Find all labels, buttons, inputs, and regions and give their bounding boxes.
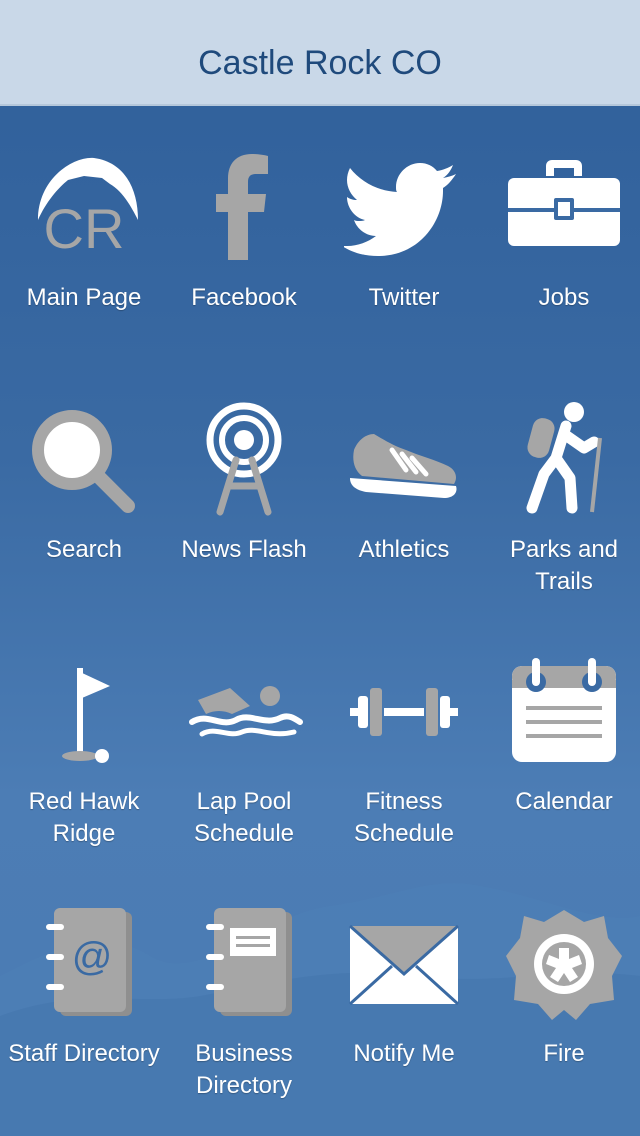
tile-fitness-schedule[interactable]: Fitness Schedule bbox=[324, 608, 484, 847]
tile-athletics[interactable]: Athletics bbox=[324, 356, 484, 576]
tile-label: Staff Directory bbox=[8, 1040, 160, 1067]
tile-label: Parks and Trails bbox=[509, 536, 619, 595]
tile-staff-directory[interactable]: @ Staff Directory bbox=[4, 860, 164, 1080]
tile-news-flash[interactable]: News Flash bbox=[164, 356, 324, 576]
tile-label: Main Page bbox=[26, 284, 142, 311]
magnifier-icon bbox=[24, 400, 144, 520]
broadcast-tower-icon bbox=[184, 400, 304, 520]
tile-lap-pool-schedule[interactable]: Lap Pool Schedule bbox=[164, 608, 324, 847]
briefcase-icon bbox=[504, 148, 624, 268]
tile-label: Calendar bbox=[515, 788, 613, 815]
tile-label: Fire bbox=[543, 1040, 585, 1067]
sneaker-icon bbox=[344, 400, 464, 520]
svg-text:CR: CR bbox=[44, 197, 125, 260]
tile-facebook[interactable]: Facebook bbox=[164, 104, 324, 324]
castle-rock-logo-icon: CR bbox=[24, 148, 144, 268]
envelope-icon bbox=[344, 904, 464, 1024]
tile-red-hawk-ridge[interactable]: Red Hawk Ridge bbox=[4, 608, 164, 847]
app-grid: CR Main Page Facebook Twitter Jobs Searc… bbox=[0, 104, 640, 1136]
facebook-icon bbox=[184, 148, 304, 268]
tile-label: News Flash bbox=[181, 536, 307, 563]
tile-parks-and-trails[interactable]: Parks and Trails bbox=[484, 356, 640, 595]
tile-label: Twitter bbox=[368, 284, 440, 311]
tile-main-page[interactable]: CR Main Page bbox=[4, 104, 164, 324]
tile-label: Red Hawk Ridge bbox=[28, 788, 140, 847]
tile-fire[interactable]: Fire bbox=[484, 860, 640, 1080]
tile-label: Notify Me bbox=[353, 1040, 455, 1067]
app-title: Castle Rock CO bbox=[198, 43, 442, 82]
tile-calendar[interactable]: Calendar bbox=[484, 608, 640, 828]
hiker-icon bbox=[504, 400, 624, 520]
golf-flag-icon bbox=[24, 652, 144, 772]
notebook-icon bbox=[184, 904, 304, 1024]
tile-label: Search bbox=[45, 536, 123, 563]
tile-label: Jobs bbox=[538, 284, 590, 311]
tile-label: Athletics bbox=[358, 536, 450, 563]
dumbbell-icon bbox=[344, 652, 464, 772]
tile-label: Facebook bbox=[191, 284, 297, 311]
tile-search[interactable]: Search bbox=[4, 356, 164, 576]
tile-label: Fitness Schedule bbox=[353, 788, 455, 847]
twitter-bird-icon bbox=[344, 148, 464, 268]
app-header: Castle Rock CO bbox=[0, 0, 640, 106]
svg-text:@: @ bbox=[72, 935, 113, 979]
tile-notify-me[interactable]: Notify Me bbox=[324, 860, 484, 1080]
swimmer-icon bbox=[184, 652, 304, 772]
tile-twitter[interactable]: Twitter bbox=[324, 104, 484, 324]
fire-department-icon bbox=[504, 904, 624, 1024]
tile-label: Lap Pool Schedule bbox=[193, 788, 295, 847]
tile-business-directory[interactable]: Business Directory bbox=[164, 860, 324, 1099]
calendar-icon bbox=[504, 652, 624, 772]
tile-jobs[interactable]: Jobs bbox=[484, 104, 640, 324]
address-book-icon: @ bbox=[24, 904, 144, 1024]
tile-label: Business Directory bbox=[195, 1040, 293, 1099]
